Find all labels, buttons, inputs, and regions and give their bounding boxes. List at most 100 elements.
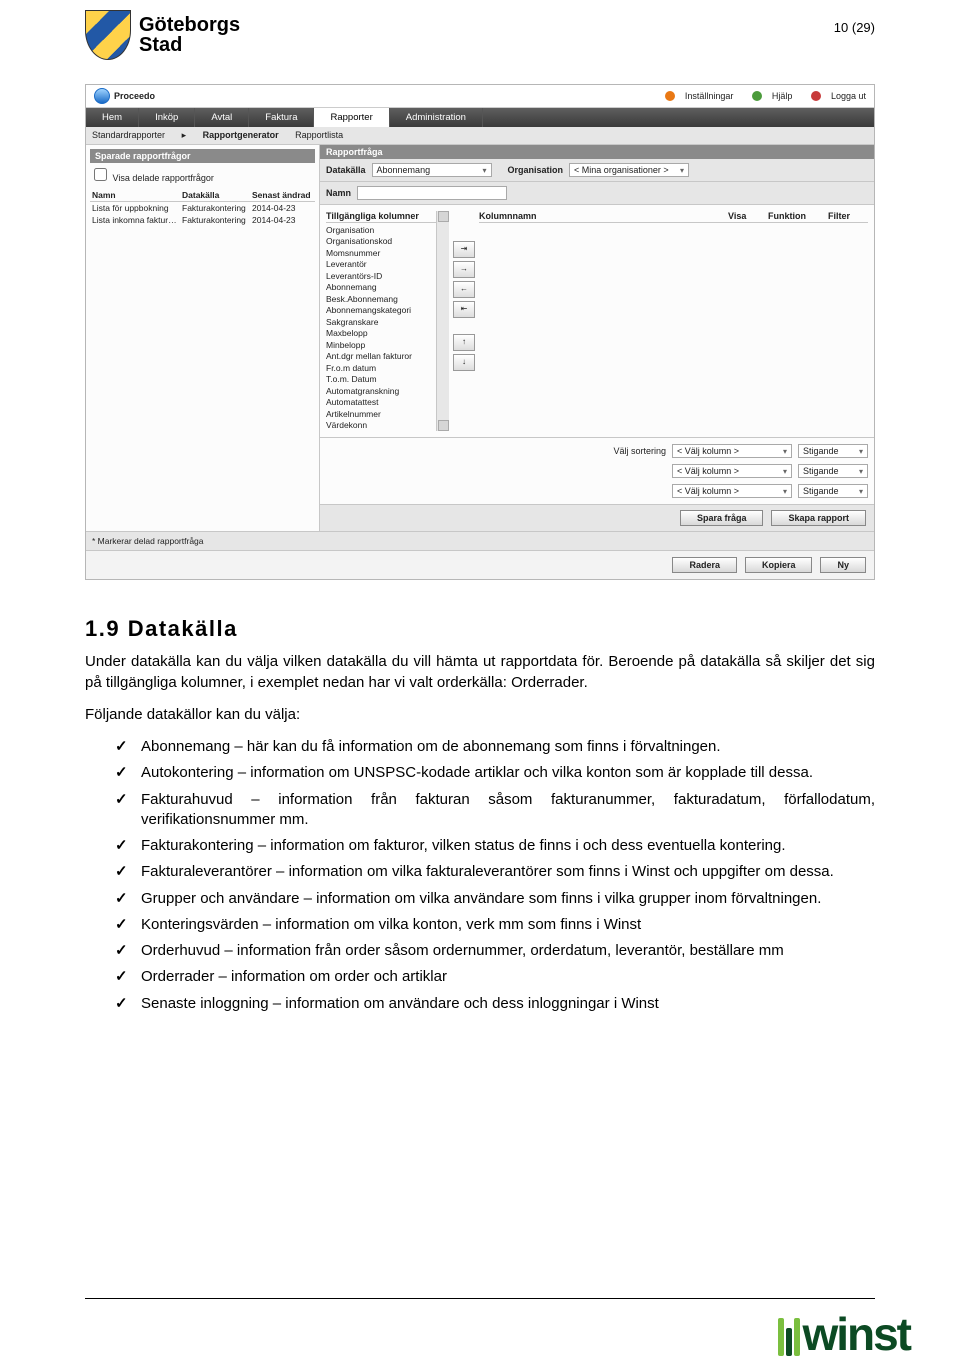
scrollbar[interactable] [436, 211, 449, 431]
avail-col-item[interactable]: Organisation [326, 225, 436, 236]
create-report-button[interactable]: Skapa rapport [771, 510, 866, 526]
logout-link[interactable]: Logga ut [803, 91, 866, 101]
gear-icon [665, 91, 675, 101]
list-item: Senaste inloggning – information om anvä… [115, 994, 875, 1020]
avail-col-item[interactable]: Artikelnummer [326, 409, 436, 420]
winst-bar-icon [786, 1328, 792, 1356]
chevron-down-icon: ▾ [483, 166, 487, 175]
avail-col-item[interactable]: Värdekonn [326, 420, 436, 431]
remove-button[interactable]: ← [453, 281, 475, 298]
winst-bar-icon [794, 1318, 800, 1356]
copy-button[interactable]: Kopiera [745, 557, 813, 573]
sort-col-select-2[interactable]: < Välj kolumn >▾ [672, 464, 792, 478]
datakalla-label: Datakälla [326, 165, 366, 175]
menu-inkop[interactable]: Inköp [139, 108, 195, 127]
shared-checkbox[interactable] [94, 168, 107, 181]
col-kolumnnamn: Kolumnnamn [479, 211, 728, 221]
avail-cols-list[interactable]: OrganisationOrganisationskodMomsnummerLe… [326, 225, 436, 431]
shared-checkbox-label: Visa delade rapportfrågor [113, 173, 214, 183]
avail-col-item[interactable]: Ant.dgr mellan fakturor [326, 351, 436, 362]
move-down-button[interactable]: ↓ [453, 354, 475, 371]
top-links: Inställningar Hjälp Logga ut [649, 91, 866, 102]
saved-row[interactable]: Lista inkomna faktur… Fakturakontering 2… [90, 214, 315, 226]
col-name: Namn [92, 190, 182, 200]
menu-hem[interactable]: Hem [86, 108, 139, 127]
remove-all-button[interactable]: ⇤ [453, 301, 475, 318]
avail-col-item[interactable]: Leverantör [326, 259, 436, 270]
col-visa: Visa [728, 211, 768, 221]
org-select[interactable]: < Mina organisationer >▾ [569, 163, 689, 177]
settings-link[interactable]: Inställningar [657, 91, 734, 101]
avail-col-item[interactable]: Maxbelopp [326, 328, 436, 339]
help-icon [752, 91, 762, 101]
sub-menu: Standardrapporter ▸ Rapportgenerator Rap… [86, 127, 874, 145]
col-filter: Filter [828, 211, 868, 221]
sort-dir-select-2[interactable]: Stigande▾ [798, 464, 868, 478]
help-link[interactable]: Hjälp [744, 91, 793, 101]
section-heading: 1.9 Datakälla [85, 616, 875, 642]
saved-queries-title: Sparade rapportfrågor [90, 149, 315, 163]
list-item: Orderrader – information om order och ar… [115, 967, 875, 993]
avail-col-item[interactable]: Fr.o.m datum [326, 363, 436, 374]
avail-col-item[interactable]: Besk.Abonnemang [326, 294, 436, 305]
namn-input[interactable] [357, 186, 507, 200]
col-source: Datakälla [182, 190, 252, 200]
add-all-button[interactable]: ⇥ [453, 241, 475, 258]
sort-col-select[interactable]: < Välj kolumn >▾ [672, 444, 792, 458]
datakalla-select[interactable]: Abonnemang▾ [372, 163, 492, 177]
sub-list[interactable]: Rapportlista [295, 130, 343, 140]
avail-col-item[interactable]: Minbelopp [326, 340, 436, 351]
avail-col-item[interactable]: Leverantörs-ID [326, 271, 436, 282]
main-menu: Hem Inköp Avtal Faktura Rapporter Admini… [86, 108, 874, 127]
winst-bar-icon [778, 1318, 784, 1356]
sort-dir-select[interactable]: Stigande▾ [798, 444, 868, 458]
menu-admin[interactable]: Administration [390, 108, 483, 127]
org-label: Organisation [508, 165, 564, 175]
shield-icon [85, 10, 131, 60]
footnote: * Markerar delad rapportfråga [86, 531, 874, 550]
menu-avtal[interactable]: Avtal [195, 108, 249, 127]
section-p2: Följande datakällor kan du välja: [85, 705, 875, 725]
avail-col-item[interactable]: T.o.m. Datum [326, 374, 436, 385]
chevron-down-icon: ▾ [680, 166, 684, 175]
new-button[interactable]: Ny [820, 557, 866, 573]
section-p1: Under datakälla kan du välja vilken data… [85, 652, 875, 693]
avail-col-item[interactable]: Sakgranskare [326, 317, 436, 328]
app-brand-icon [94, 88, 110, 104]
avail-col-item[interactable]: Abonnemang [326, 282, 436, 293]
menu-rapporter[interactable]: Rapporter [314, 108, 389, 127]
avail-cols-label: Tillgängliga kolumner [326, 211, 436, 223]
footer-divider [85, 1298, 875, 1299]
avail-col-item[interactable]: Automatgranskning [326, 386, 436, 397]
move-up-button[interactable]: ↑ [453, 334, 475, 351]
sort-dir-select-3[interactable]: Stigande▾ [798, 484, 868, 498]
page-number: 10 (29) [834, 10, 875, 35]
list-item: Orderhuvud – information från order såso… [115, 941, 875, 967]
org-name: GöteborgsStad [139, 15, 240, 55]
list-item: Konteringsvärden – information om vilka … [115, 915, 875, 941]
winst-logo: winst [778, 1307, 910, 1361]
col-funktion: Funktion [768, 211, 828, 221]
list-item: Fakturakontering – information om faktur… [115, 836, 875, 862]
org-logo: GöteborgsStad [85, 10, 240, 60]
avail-col-item[interactable]: Automatattest [326, 397, 436, 408]
datakalla-list: Abonnemang – här kan du få information o… [115, 737, 875, 1020]
app-brand: Proceedo [94, 88, 155, 104]
add-button[interactable]: → [453, 261, 475, 278]
save-query-button[interactable]: Spara fråga [680, 510, 764, 526]
avail-col-item[interactable]: Abonnemangskategori [326, 305, 436, 316]
list-item: Fakturahuvud – information från fakturan… [115, 790, 875, 837]
list-item: Grupper och användare – information om v… [115, 889, 875, 915]
avail-col-item[interactable]: Momsnummer [326, 248, 436, 259]
menu-faktura[interactable]: Faktura [249, 108, 314, 127]
list-item: Fakturaleverantörer – information om vil… [115, 862, 875, 888]
namn-label: Namn [326, 188, 351, 198]
sort-col-select-3[interactable]: < Välj kolumn >▾ [672, 484, 792, 498]
avail-col-item[interactable]: Organisationskod [326, 236, 436, 247]
saved-row[interactable]: Lista för uppbokning Fakturakontering 20… [90, 202, 315, 214]
sub-standard[interactable]: Standardrapporter [92, 130, 165, 140]
delete-button[interactable]: Radera [672, 557, 737, 573]
sub-generator[interactable]: Rapportgenerator [203, 130, 279, 140]
query-title: Rapportfråga [320, 145, 874, 159]
list-item: Abonnemang – här kan du få information o… [115, 737, 875, 763]
